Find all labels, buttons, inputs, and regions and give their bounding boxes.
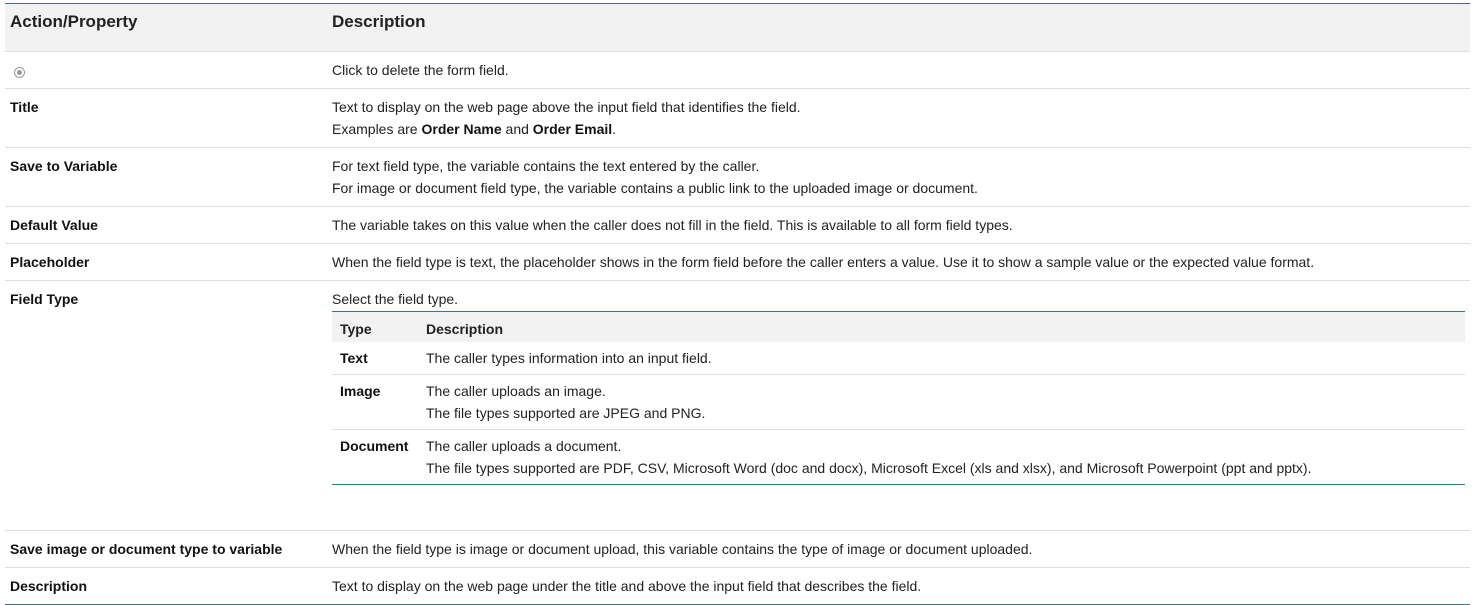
document-type-desc-line2: The file types supported are PDF, CSV, M… [426, 459, 1312, 476]
save-type-desc: When the field type is image or document… [332, 540, 1033, 557]
field-type-desc: The caller uploads a document. The file … [421, 428, 1465, 484]
text-fragment: and [501, 121, 533, 137]
property-label-title: Title [5, 88, 329, 148]
property-label-default-value: Default Value [5, 206, 329, 244]
property-label-save-type: Save image or document type to variable [5, 529, 329, 567]
save-var-desc-line2: For image or document field type, the va… [332, 180, 978, 196]
table-row: Placeholder When the field type is text,… [5, 243, 1470, 281]
table-row: Description Text to display on the web p… [5, 566, 1470, 604]
text-fragment: . [612, 121, 617, 137]
property-label-placeholder: Placeholder [5, 243, 329, 281]
example-order-email: Order Email [532, 121, 613, 137]
table-row: Field Type Select the field type. Type D… [5, 280, 1470, 530]
table-row: Save image or document type to variable … [5, 529, 1470, 567]
title-desc-line2: Examples are Order Name and Order Email. [332, 118, 1465, 140]
table-row: Click to delete the form field. [5, 51, 1470, 89]
description-cell: When the field type is image or document… [329, 529, 1470, 567]
property-label-field-type: Field Type [5, 280, 329, 530]
description-cell: Select the field type. Type Description … [329, 280, 1470, 530]
description-cell: Text to display on the web page under th… [329, 566, 1470, 604]
field-type-header-description: Description [421, 311, 1465, 342]
placeholder-desc: When the field type is text, the placeho… [332, 254, 1315, 270]
description-cell: When the field type is text, the placeho… [329, 243, 1470, 281]
table-header-row: Action/Property Description [5, 3, 1470, 52]
table-row: Save to Variable For text field type, th… [5, 147, 1470, 207]
field-type-row: Document The caller uploads a document. … [332, 428, 1465, 484]
field-type-row: Text The caller types information into a… [332, 342, 1465, 375]
table-row: Default Value The variable takes on this… [5, 206, 1470, 244]
description-cell: Text to display on the web page above th… [329, 88, 1470, 148]
field-type-document: Document [332, 428, 421, 484]
property-label-save-to-variable: Save to Variable [5, 147, 329, 207]
description-cell: For text field type, the variable contai… [329, 147, 1470, 207]
description-desc: Text to display on the web page under th… [332, 577, 922, 594]
description-cell: Click to delete the form field. [329, 51, 1470, 89]
field-type-row: Image The caller uploads an image. The f… [332, 373, 1465, 429]
field-type-header-row: Type Description [332, 311, 1465, 342]
field-type-header-type: Type [332, 311, 421, 342]
title-desc-line1: Text to display on the web page above th… [332, 99, 801, 115]
document-type-desc-line1: The caller uploads a document. [426, 437, 622, 454]
text-fragment: Examples are [332, 121, 422, 137]
field-type-desc: The caller uploads an image. The file ty… [421, 373, 1465, 429]
default-value-desc: The variable takes on this value when th… [332, 217, 1013, 233]
field-type-desc: The caller types information into an inp… [421, 342, 1465, 375]
properties-table: Action/Property Description Click to del… [5, 3, 1470, 605]
example-order-name: Order Name [421, 121, 502, 137]
field-type-image: Image [332, 373, 421, 429]
field-type-table: Type Description Text The caller types i… [332, 311, 1465, 485]
image-type-desc-line2: The file types supported are JPEG and PN… [426, 404, 706, 421]
delete-circle-icon[interactable] [14, 67, 25, 78]
delete-cell [5, 51, 329, 89]
image-type-desc-line1: The caller uploads an image. [426, 382, 606, 399]
field-type-text: Text [340, 349, 368, 366]
text-type-desc: The caller types information into an inp… [426, 349, 712, 366]
property-label-description: Description [5, 566, 329, 604]
header-action-property: Action/Property [5, 3, 329, 52]
field-type-intro: Select the field type. [332, 291, 459, 307]
delete-description: Click to delete the form field. [332, 62, 509, 78]
table-row: Title Text to display on the web page ab… [5, 88, 1470, 148]
description-cell: The variable takes on this value when th… [329, 206, 1470, 244]
save-var-desc-line1: For text field type, the variable contai… [332, 158, 760, 174]
header-description: Description [329, 3, 1470, 52]
